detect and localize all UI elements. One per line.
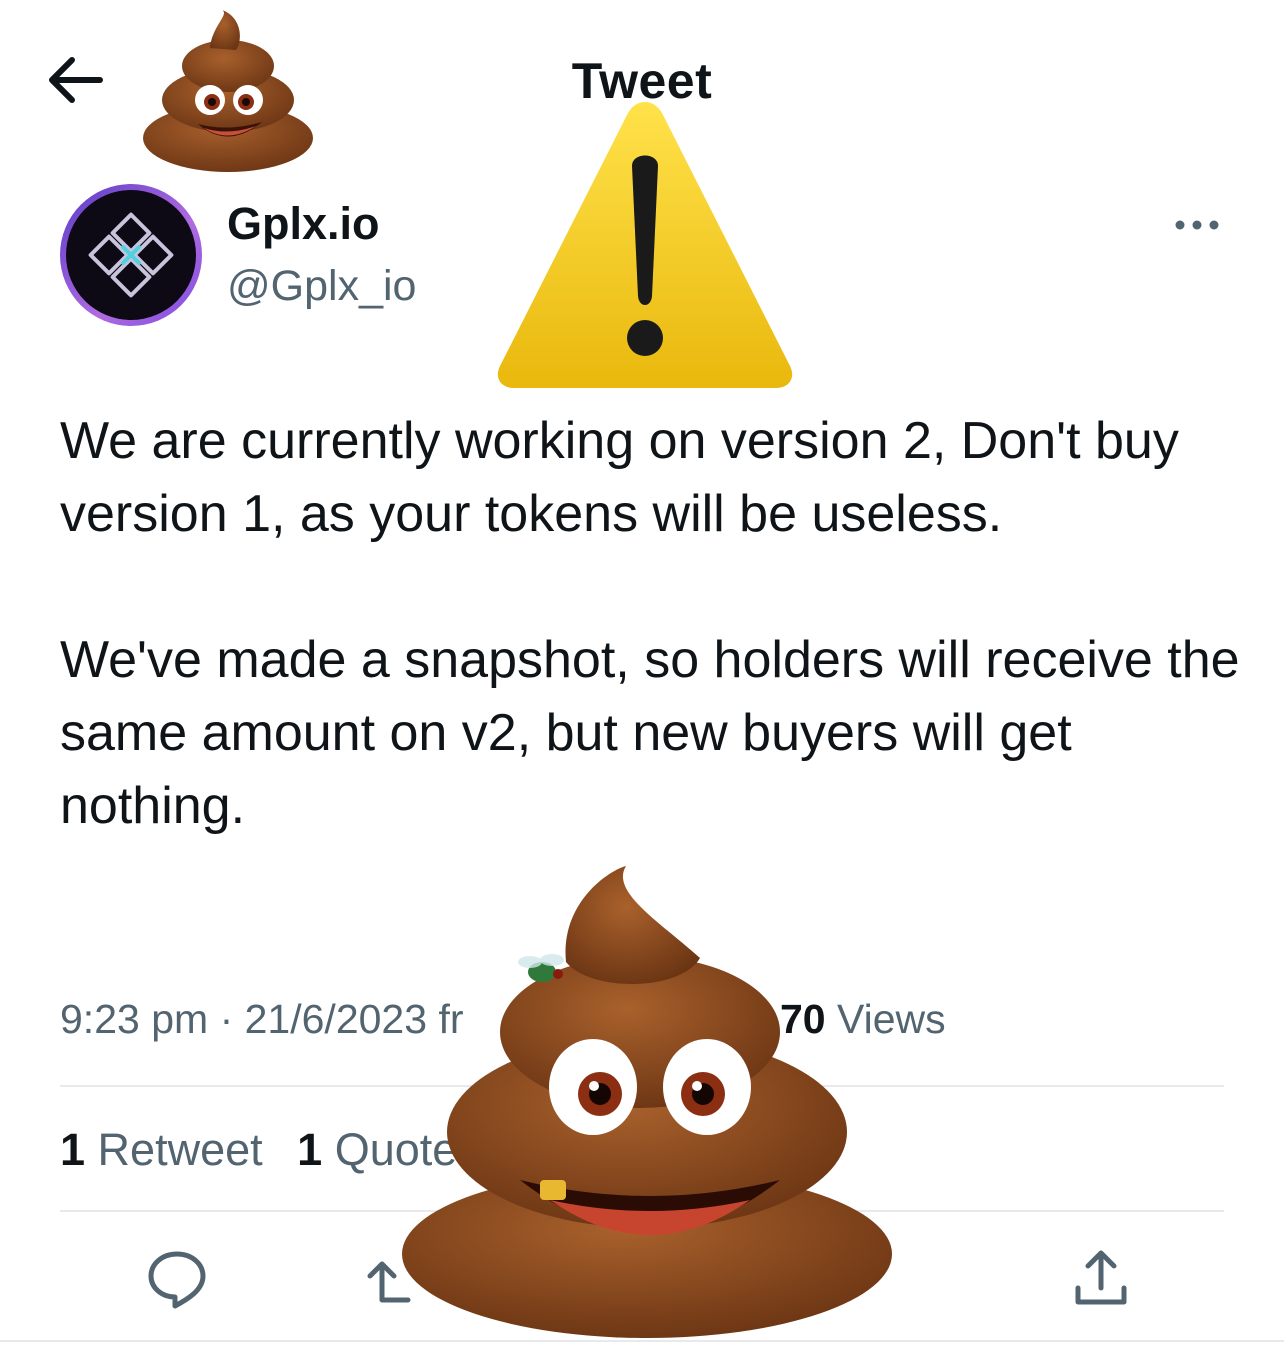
avatar[interactable]: [60, 184, 202, 326]
more-horizontal-icon: [1175, 220, 1219, 230]
warning-sign-icon: [497, 102, 793, 388]
retweet-icon: [367, 1261, 411, 1303]
quotes-stat[interactable]: 1 Quote: [297, 1124, 457, 1175]
retweet-button[interactable]: [362, 1244, 432, 1314]
quotes-label: Quote: [334, 1124, 458, 1175]
tweet-date[interactable]: 21/6/2023: [245, 996, 427, 1042]
reply-icon: [148, 1251, 206, 1309]
tweet-paragraph: We've made a snapshot, so holders will r…: [60, 631, 1240, 835]
retweets-stat[interactable]: 1 Retweet: [60, 1124, 263, 1175]
retweets-count: 1: [60, 1124, 86, 1175]
share-button[interactable]: [1066, 1244, 1136, 1314]
tweet-time[interactable]: 9:23 pm: [60, 996, 208, 1042]
more-options-button[interactable]: [1172, 210, 1222, 240]
divider: [0, 1340, 1284, 1342]
poop-emoji-large: [400, 862, 894, 1338]
quotes-count: 1: [297, 1124, 323, 1175]
retweets-label: Retweet: [97, 1124, 263, 1175]
views-count: 70: [780, 996, 826, 1042]
tweet-paragraph: We are currently working on version 2, D…: [60, 412, 1179, 543]
page-title: Tweet: [571, 53, 713, 109]
meta-separator: ·: [219, 996, 234, 1042]
tweet-views[interactable]: 70 Views: [780, 996, 946, 1043]
tweet-source-fragment: fr: [438, 996, 464, 1042]
views-label: Views: [837, 996, 946, 1042]
reply-button[interactable]: [142, 1244, 212, 1314]
share-icon: [1075, 1250, 1127, 1305]
tweet-text: We are currently working on version 2, D…: [60, 405, 1240, 843]
gplx-logo-icon: [88, 212, 174, 298]
tweet-meta: 9:23 pm · 21/6/2023 fr: [60, 996, 463, 1043]
author-handle[interactable]: @Gplx_io: [227, 262, 416, 311]
divider: [60, 1210, 1224, 1212]
warning-sign-overlay: [494, 96, 796, 392]
tweet-stats: 1 Retweet 1 Quote: [60, 1124, 479, 1176]
poop-emoji-icon: [402, 866, 892, 1338]
avatar-logo-background: [66, 190, 196, 320]
author-display-name[interactable]: Gplx.io: [227, 198, 380, 250]
divider: [60, 1085, 1224, 1087]
